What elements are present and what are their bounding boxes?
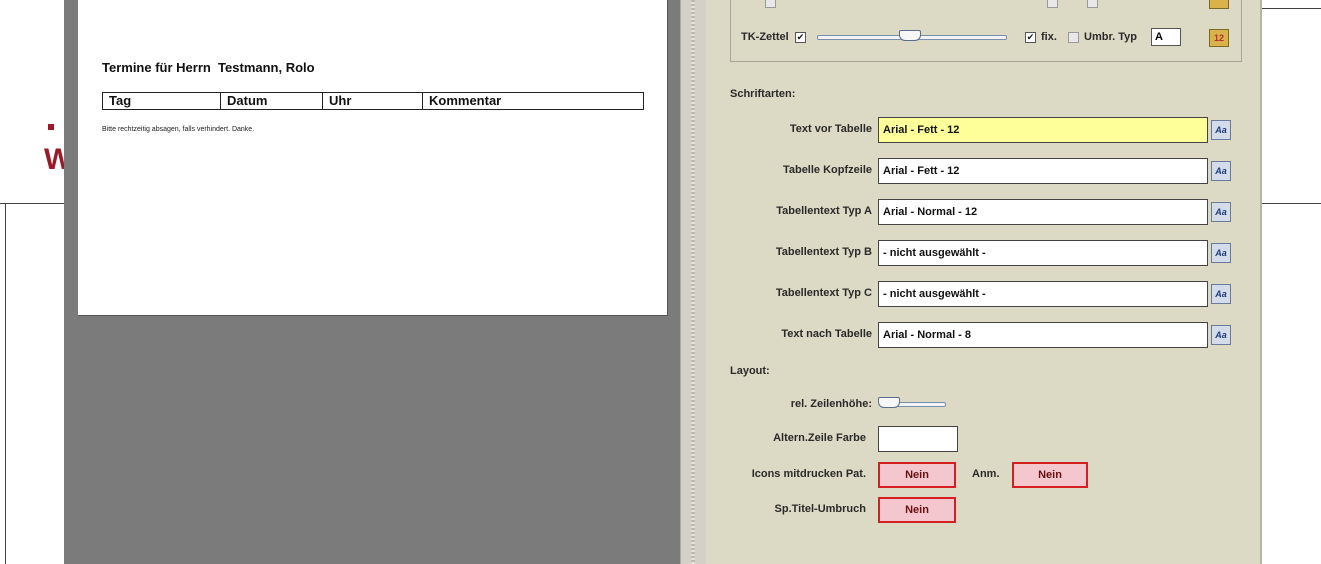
umbr-checkbox[interactable]: [1068, 32, 1079, 43]
font-row-label: Tabellentext Typ A: [776, 205, 872, 217]
font-field-tabelle-kopfzeile[interactable]: Arial - Fett - 12: [878, 158, 1208, 184]
slide-bullet: [48, 124, 54, 130]
font-chooser-button[interactable]: Aa: [1211, 161, 1231, 181]
anm-label: Anm.: [972, 468, 1000, 480]
icons-mitdrucken-label: Icons mitdrucken Pat.: [751, 468, 866, 480]
color-picker-icon[interactable]: 12: [1209, 29, 1229, 47]
fix-checkbox[interactable]: ✔: [1025, 32, 1036, 43]
umbr-typ-label: Umbr. Typ: [1084, 31, 1137, 43]
slide-rule-top: [1262, 8, 1321, 9]
font-field-tabellentext-typ-b[interactable]: - nicht ausgewählt -: [878, 240, 1208, 266]
font-field-text-nach-tabelle[interactable]: Arial - Normal - 8: [878, 322, 1208, 348]
table-header-cell: Tag: [103, 93, 221, 109]
font-row-label: Tabelle Kopfzeile: [782, 164, 872, 176]
font-row-label: Text vor Tabelle: [789, 123, 872, 135]
slider-thumb[interactable]: [899, 30, 921, 41]
font-chooser-button[interactable]: Aa: [1211, 284, 1231, 304]
print-settings-panel: TK-Zettel ✔ ✔ fix. Umbr. Typ A 12 Schrif…: [706, 0, 1262, 564]
split-pane-divider[interactable]: [680, 0, 706, 564]
font-field-tabellentext-typ-c[interactable]: - nicht ausgewählt -: [878, 281, 1208, 307]
font-row-label: Text nach Tabelle: [781, 328, 872, 340]
preview-page: Termine für Herrn Testmann, Rolo Tag Dat…: [78, 0, 668, 316]
anm-toggle[interactable]: Nein: [1012, 462, 1088, 488]
zeilenhoehe-label: rel. Zeilenhöhe:: [790, 398, 872, 410]
preview-title: Termine für Herrn Testmann, Rolo: [102, 60, 315, 75]
font-chooser-button[interactable]: Aa: [1211, 120, 1231, 140]
layout-heading: Layout:: [730, 365, 770, 377]
font-field-tabellentext-typ-a[interactable]: Arial - Normal - 12: [878, 199, 1208, 225]
altern-zeile-label: Altern.Zeile Farbe: [773, 432, 866, 444]
option-checkbox[interactable]: [1087, 0, 1098, 8]
screen: W Termine für Herrn Testmann, Rolo Tag D…: [0, 0, 1321, 564]
font-field-text-vor-tabelle[interactable]: Arial - Fett - 12: [878, 117, 1208, 143]
schriftarten-heading: Schriftarten:: [730, 88, 796, 100]
font-row-label: Tabellentext Typ C: [775, 287, 872, 299]
options-group: TK-Zettel ✔ ✔ fix. Umbr. Typ A 12: [730, 0, 1242, 62]
font-chooser-button[interactable]: Aa: [1211, 325, 1231, 345]
fix-label: fix.: [1041, 31, 1057, 43]
font-chooser-button[interactable]: Aa: [1211, 202, 1231, 222]
font-row-label: Tabellentext Typ B: [775, 246, 872, 258]
titel-umbruch-toggle[interactable]: Nein: [878, 497, 956, 523]
tk-zettel-checkbox[interactable]: ✔: [795, 32, 806, 43]
option-checkbox[interactable]: [1047, 0, 1058, 8]
option-checkbox[interactable]: [765, 0, 776, 8]
preview-table-header: Tag Datum Uhr Kommentar: [102, 92, 644, 110]
font-chooser-button[interactable]: Aa: [1211, 243, 1231, 263]
table-header-cell: Datum: [221, 93, 323, 109]
tk-zettel-label: TK-Zettel: [741, 31, 789, 43]
table-header-cell: Uhr: [323, 93, 423, 109]
preview-footer-note: Bitte rechtzeitig absagen, falls verhind…: [102, 126, 255, 133]
umbr-typ-field[interactable]: A: [1151, 28, 1181, 46]
slider-thumb[interactable]: [878, 397, 900, 408]
slide-border: [5, 203, 6, 564]
titel-umbruch-label: Sp.Titel-Umbruch: [774, 503, 866, 515]
table-header-cell: Kommentar: [429, 93, 502, 108]
altern-zeile-color-box[interactable]: [878, 426, 958, 452]
color-picker-icon[interactable]: [1209, 0, 1229, 9]
icons-mitdrucken-toggle[interactable]: Nein: [878, 462, 956, 488]
